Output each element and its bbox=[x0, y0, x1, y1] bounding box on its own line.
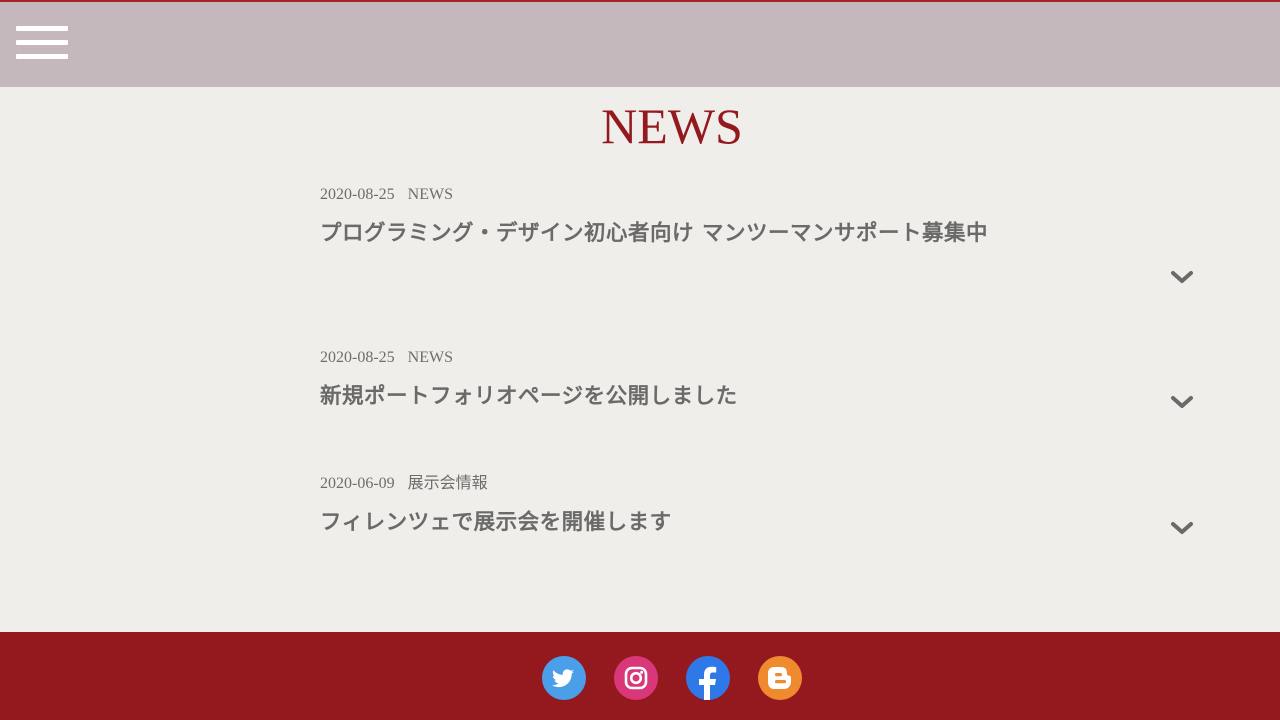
instagram-icon[interactable] bbox=[614, 656, 658, 700]
hamburger-menu-icon[interactable] bbox=[16, 24, 68, 62]
news-headline[interactable]: フィレンツェで展示会を開催します bbox=[320, 504, 1000, 542]
menu-bar bbox=[16, 40, 68, 45]
blogger-icon[interactable] bbox=[758, 656, 802, 700]
page-title: NEWS bbox=[601, 98, 743, 154]
news-category: 展示会情報 bbox=[407, 475, 488, 492]
footer bbox=[0, 632, 1280, 720]
chevron-down-icon[interactable] bbox=[1170, 520, 1194, 534]
menu-bar bbox=[16, 54, 68, 59]
news-category: NEWS bbox=[407, 349, 453, 366]
news-date: 2020-06-09 bbox=[320, 475, 395, 492]
news-category: NEWS bbox=[407, 186, 453, 203]
page: NEWS 2020-08-25 NEWS プログラミング・デザイン初心者向け マン… bbox=[0, 0, 1280, 720]
news-meta: 2020-08-25 NEWS bbox=[320, 348, 1200, 368]
news-date: 2020-08-25 bbox=[320, 186, 395, 203]
facebook-icon[interactable] bbox=[686, 656, 730, 700]
header bbox=[0, 0, 1280, 87]
news-item[interactable]: 2020-08-25 NEWS プログラミング・デザイン初心者向け マンツーマンサ… bbox=[320, 185, 1200, 283]
news-item[interactable]: 2020-08-25 NEWS 新規ポートフォリオページを公開しました bbox=[320, 348, 1200, 416]
news-meta: 2020-06-09 展示会情報 bbox=[320, 474, 1200, 494]
news-meta: 2020-08-25 NEWS bbox=[320, 185, 1200, 205]
twitter-icon[interactable] bbox=[542, 656, 586, 700]
menu-bar bbox=[16, 26, 68, 31]
news-item[interactable]: 2020-06-09 展示会情報 フィレンツェで展示会を開催します bbox=[320, 474, 1200, 542]
news-date: 2020-08-25 bbox=[320, 349, 395, 366]
news-headline[interactable]: 新規ポートフォリオページを公開しました bbox=[320, 378, 1000, 416]
chevron-down-icon[interactable] bbox=[1170, 269, 1194, 283]
chevron-down-icon[interactable] bbox=[1170, 394, 1194, 408]
news-headline[interactable]: プログラミング・デザイン初心者向け マンツーマンサポート募集中 bbox=[320, 215, 1000, 253]
